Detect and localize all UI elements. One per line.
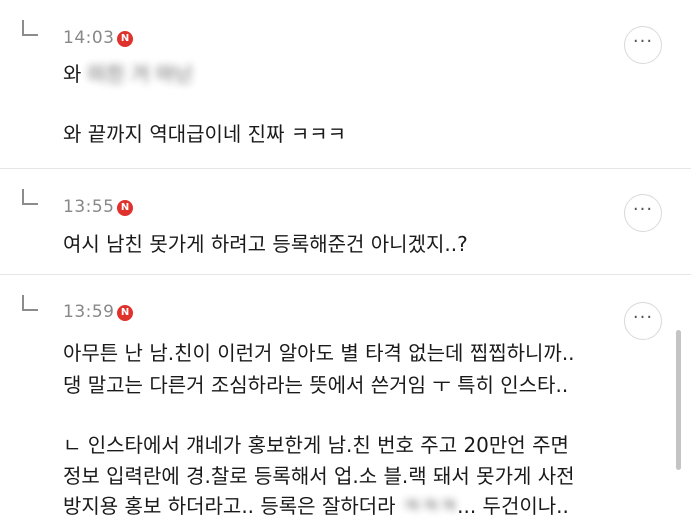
comment-timestamp: 13:55 <box>63 197 115 217</box>
new-badge-icon: N <box>117 305 133 321</box>
comment-text-line: 와 미친 거 아닌 <box>63 58 192 87</box>
reply-arrow-icon <box>22 189 38 205</box>
more-options-button[interactable]: ··· <box>624 194 662 232</box>
reply-arrow-icon <box>22 20 38 36</box>
new-badge-icon: N <box>117 200 133 216</box>
comment-text-line: 댕 말고는 다른거 조심하라는 뜻에서 쓴거임 ㅜ 특히 인스타.. <box>63 373 569 397</box>
comment-timestamp: 13:59 <box>63 302 115 322</box>
comment-timestamp: 14:03 <box>63 28 115 48</box>
blurred-text: ㅋㅋㅋ <box>401 494 458 518</box>
comment-text-line: 방지용 홍보 하더라고.. 등록은 잘하더라 ㅋㅋㅋ... 두건이나.. <box>63 490 569 519</box>
more-options-button[interactable]: ··· <box>624 26 662 64</box>
comment-thread: 14:03 N ··· 와 미친 거 아닌 와 끝까지 역대급이네 진짜 ㅋㅋㅋ… <box>0 0 691 519</box>
scrollbar-thumb[interactable] <box>676 330 681 470</box>
comment-text: 와 <box>63 62 88 86</box>
comment-item: 13:59 N ··· 아무튼 난 남.친이 이런거 알아도 별 타격 없는데 … <box>0 274 691 519</box>
comment-text: 방지용 홍보 하더라고.. 등록은 잘하더라 <box>63 494 402 518</box>
comment-text-line: 여시 남친 못가게 하려고 등록해준건 아니겠지..? <box>63 232 468 256</box>
new-badge-icon: N <box>117 31 133 47</box>
comment-text-line: 정보 입력란에 경.찰로 등록해서 업.소 블.랙 돼서 못가게 사전 <box>63 464 575 488</box>
reply-arrow-icon <box>22 295 38 311</box>
comment-text: ... 두건이나.. <box>457 494 569 518</box>
comment-item: 14:03 N ··· 와 미친 거 아닌 와 끝까지 역대급이네 진짜 ㅋㅋㅋ <box>0 0 691 168</box>
comment-item: 13:55 N ··· 여시 남친 못가게 하려고 등록해준건 아니겠지..? <box>0 168 691 275</box>
comment-text-line: 와 끝까지 역대급이네 진짜 ㅋㅋㅋ <box>63 122 347 146</box>
comment-text-line: ㄴ 인스타에서 걔네가 홍보한게 남.친 번호 주고 20만언 주면 <box>63 433 569 457</box>
more-options-button[interactable]: ··· <box>624 302 662 340</box>
blurred-text: 미친 거 아닌 <box>87 62 193 86</box>
comment-text-line: 아무튼 난 남.친이 이런거 알아도 별 타격 없는데 찝찝하니까.. <box>63 341 575 365</box>
